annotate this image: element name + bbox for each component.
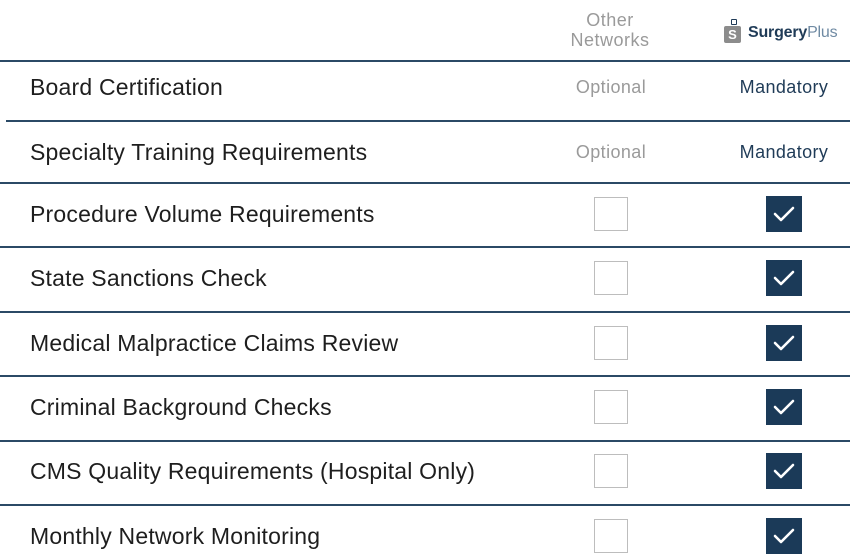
checkmark-icon: [773, 206, 795, 222]
surgeryplus-cell: [734, 184, 834, 244]
other-networks-cell: [560, 184, 662, 244]
mandatory-text: Mandatory: [739, 76, 829, 97]
surgeryplus-cell: [734, 313, 834, 373]
row-label: Criminal Background Checks: [30, 394, 332, 420]
brand-name-suffix: Plus: [807, 24, 838, 41]
mandatory-text: Mandatory: [739, 141, 829, 162]
checkmark-icon: [773, 270, 795, 286]
unchecked-box: [594, 326, 628, 360]
surgeryplus-cell: Mandatory: [734, 122, 834, 182]
other-networks-cell: Optional: [560, 122, 662, 182]
surgeryplus-cell: [734, 248, 834, 308]
other-networks-cell: [560, 506, 662, 560]
table-row: Criminal Background Checks: [0, 377, 850, 437]
column-header-other-line1: Other: [586, 10, 634, 30]
surgeryplus-cell: [734, 377, 834, 437]
other-networks-cell: [560, 377, 662, 437]
checked-box: [766, 453, 802, 489]
other-networks-cell: [560, 248, 662, 308]
row-label: Board Certification: [30, 74, 223, 100]
surgeryplus-cell: [734, 441, 834, 501]
row-label: Procedure Volume Requirements: [30, 201, 375, 227]
checked-box: [766, 260, 802, 296]
table-row: Specialty Training Requirements Optional…: [0, 122, 850, 182]
optional-text: Optional: [575, 141, 647, 162]
table-row: Monthly Network Monitoring: [0, 506, 850, 560]
table-row: Procedure Volume Requirements: [0, 184, 850, 244]
checkmark-icon: [773, 399, 795, 415]
logo-letter: S: [724, 26, 741, 43]
other-networks-cell: [560, 313, 662, 373]
unchecked-box: [594, 197, 628, 231]
row-label: Specialty Training Requirements: [30, 139, 368, 165]
table-row: Medical Malpractice Claims Review: [0, 313, 850, 373]
surgeryplus-logo-icon: S: [724, 19, 742, 43]
row-label: Monthly Network Monitoring: [30, 523, 321, 549]
table-row: Board Certification Optional Mandatory: [0, 57, 850, 117]
unchecked-box: [594, 454, 628, 488]
brand-name-main: Surgery: [748, 24, 808, 41]
surgeryplus-cell: Mandatory: [734, 57, 834, 117]
other-networks-cell: [560, 441, 662, 501]
row-label: Medical Malpractice Claims Review: [30, 330, 399, 356]
checked-box: [766, 518, 802, 554]
checked-box: [766, 325, 802, 361]
checkmark-icon: [773, 463, 795, 479]
brand-name: SurgeryPlus: [748, 24, 838, 42]
checked-box: [766, 196, 802, 232]
column-header-other-line2: Networks: [570, 30, 650, 50]
column-header-surgeryplus-logo: S SurgeryPlus: [724, 19, 838, 45]
surgeryplus-cell: [734, 506, 834, 560]
column-header-other-networks: Other Networks: [560, 10, 660, 50]
checked-box: [766, 389, 802, 425]
other-networks-cell: Optional: [560, 57, 662, 117]
checkmark-icon: [773, 335, 795, 351]
row-label: State Sanctions Check: [30, 265, 267, 291]
unchecked-box: [594, 261, 628, 295]
checkmark-icon: [773, 528, 795, 544]
unchecked-box: [594, 390, 628, 424]
table-row: State Sanctions Check: [0, 248, 850, 308]
unchecked-box: [594, 519, 628, 553]
row-label: CMS Quality Requirements (Hospital Only): [30, 458, 476, 484]
comparison-table: Other Networks S SurgeryPlus Board Certi…: [0, 0, 850, 560]
optional-text: Optional: [575, 76, 647, 97]
table-row: CMS Quality Requirements (Hospital Only): [0, 441, 850, 501]
